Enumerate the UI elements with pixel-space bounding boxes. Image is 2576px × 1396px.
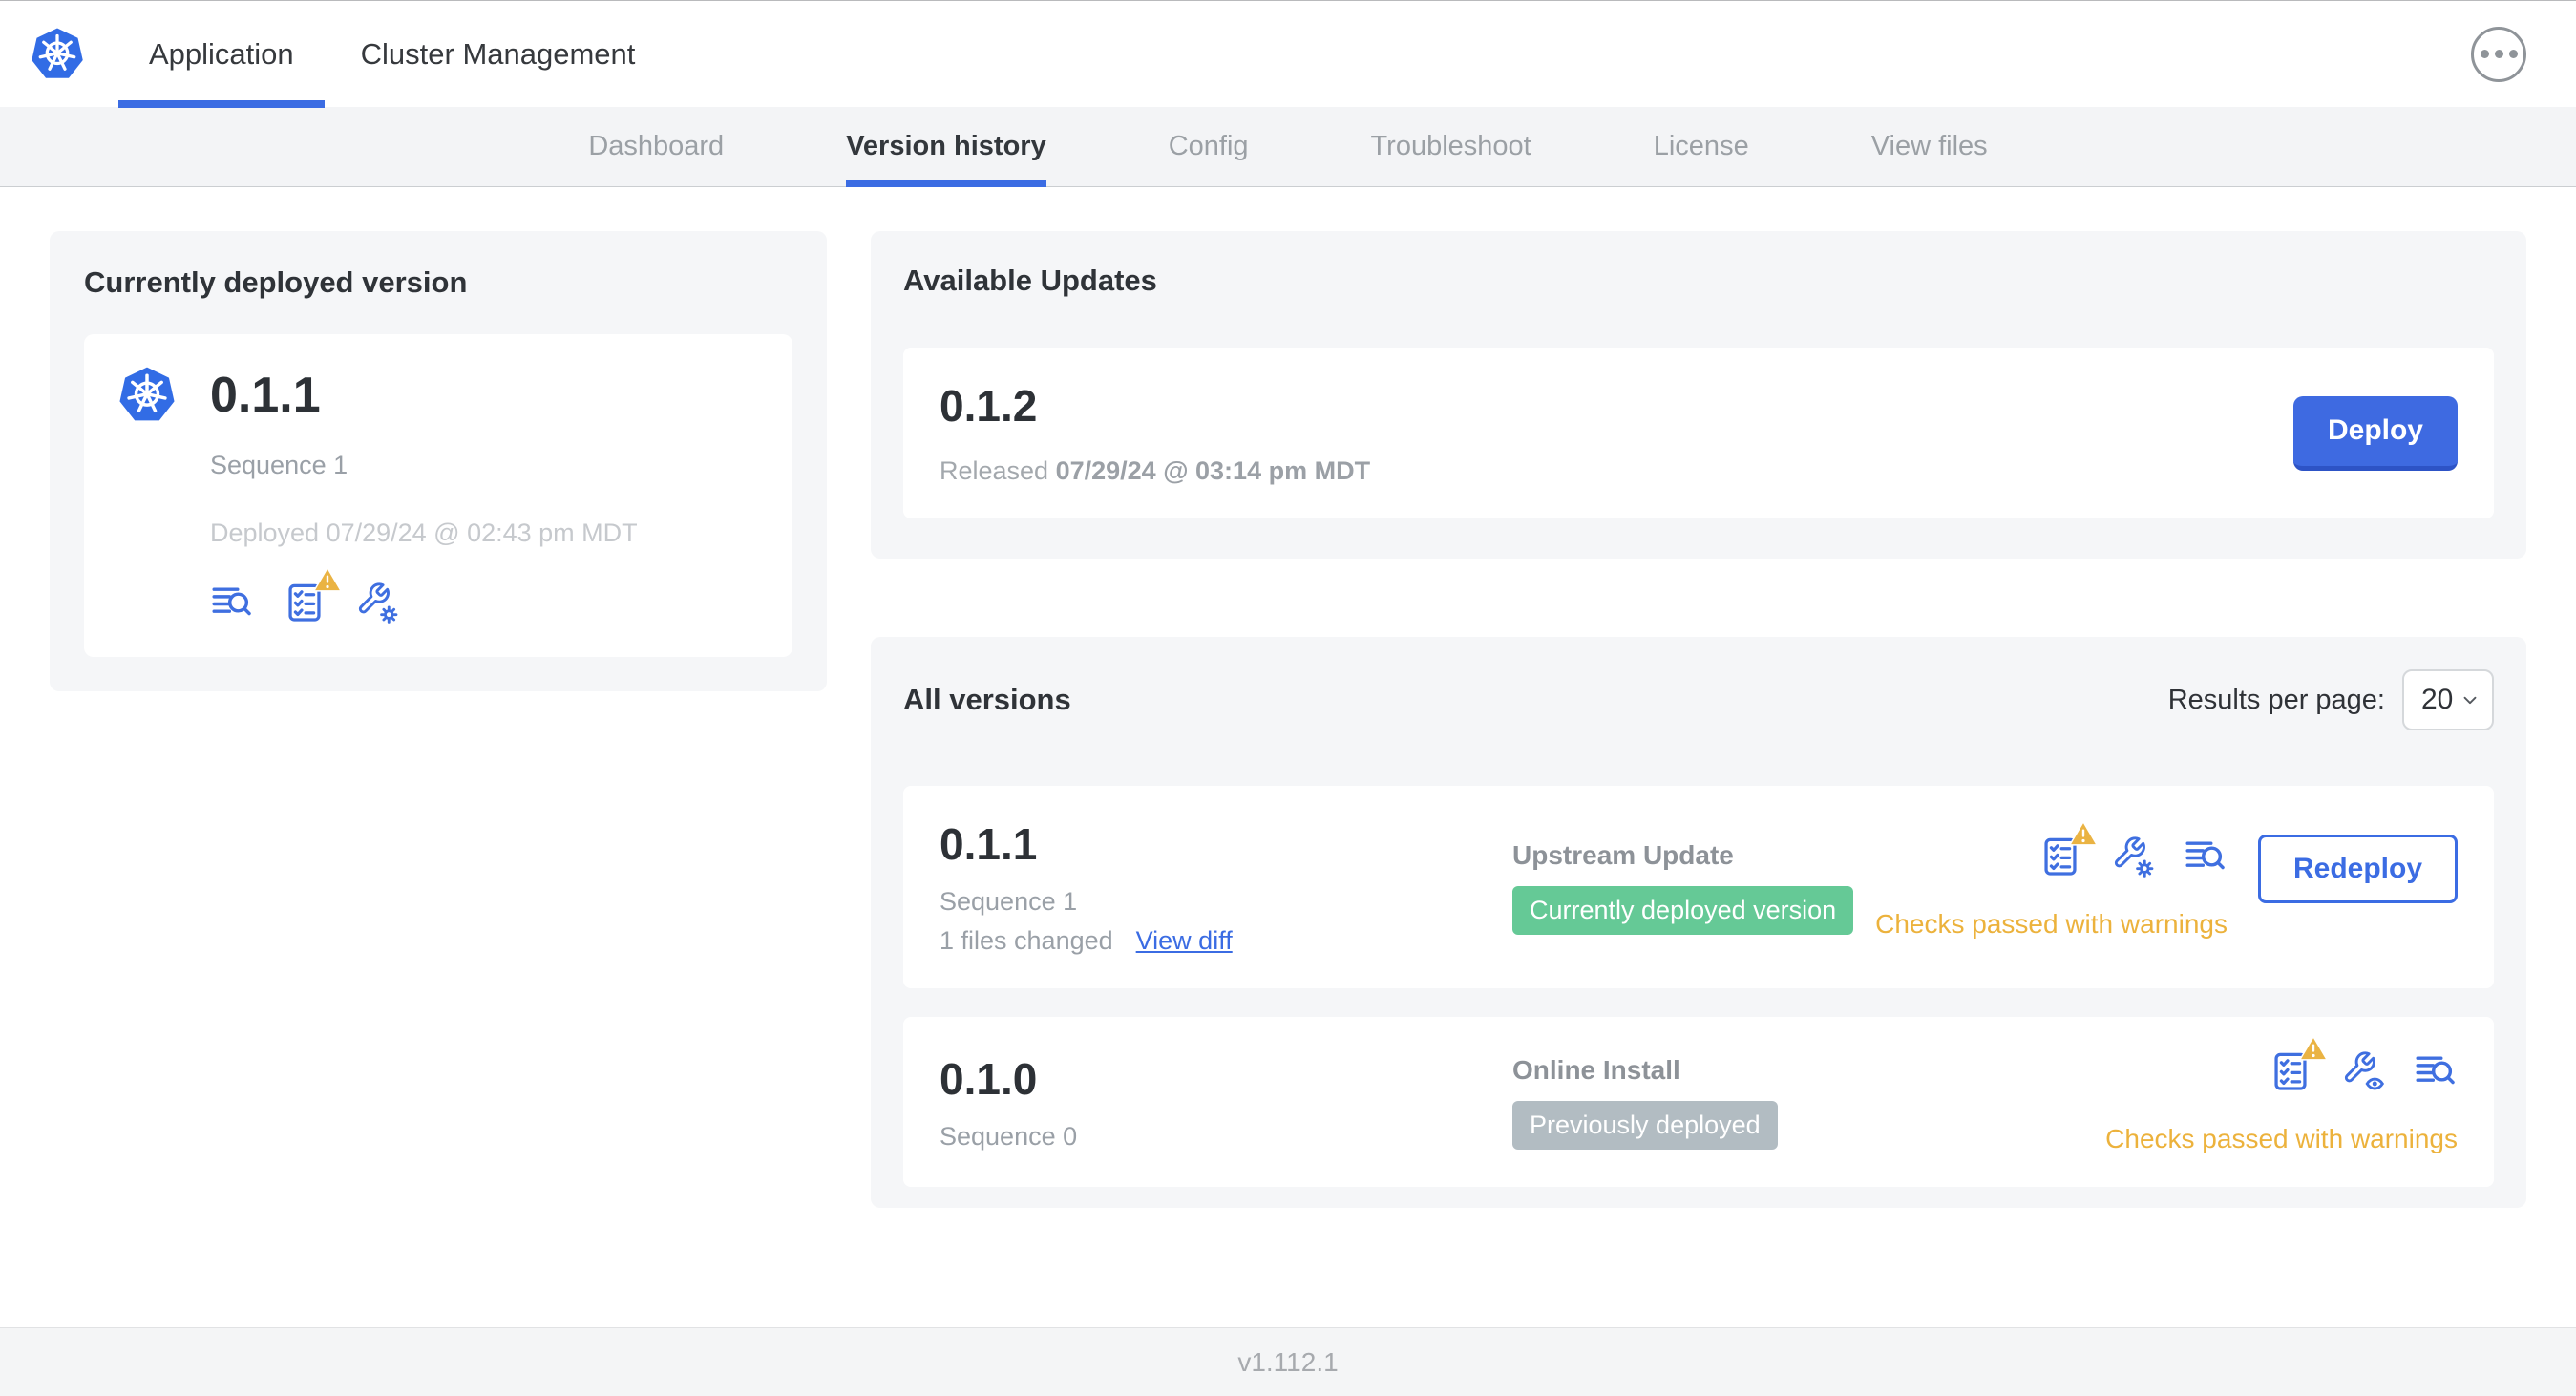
view-diff-link[interactable]: View diff [1136,926,1233,956]
kubernetes-logo-icon [29,26,86,83]
results-per-page-label: Results per page: [2167,684,2385,715]
sub-tab-dashboard[interactable]: Dashboard [588,107,724,186]
sub-tab-view-files[interactable]: View files [1871,107,1988,186]
sub-tab-license[interactable]: License [1654,107,1749,186]
released-date: 07/29/24 @ 03:14 pm MDT [1055,456,1371,485]
preflight-checks-icon[interactable] [283,581,327,624]
app-kubernetes-icon [116,365,178,426]
footer: v1.112.1 [0,1327,2576,1396]
warning-icon [2068,819,2099,848]
current-version-number: 0.1.1 [210,368,321,423]
top-tab-cluster-management[interactable]: Cluster Management [359,1,638,108]
logs-icon[interactable] [2184,835,2228,878]
edit-config-icon[interactable] [355,581,399,624]
row-source-label: Online Install [1512,1054,1680,1085]
all-versions-card: All versions Results per page: 20 0.1.1 … [871,637,2526,1208]
results-per-page-select[interactable]: 20 [2402,669,2494,730]
current-version-sequence: Sequence 1 [210,451,348,479]
top-tabs: Application Cluster Management [118,1,638,108]
available-updates-title: Available Updates [903,264,1157,297]
row-sequence: Sequence 0 [940,1121,1078,1151]
row-source-label: Upstream Update [1512,839,1734,870]
top-tab-application[interactable]: Application [118,1,325,108]
chevron-down-icon [2460,689,2481,710]
released-label: Released [940,456,1049,485]
currently-deployed-card: Currently deployed version 0.1.1 Sequenc… [50,231,827,691]
all-versions-title: All versions [903,683,1071,716]
ellipsis-icon [2494,50,2503,58]
row-version-number: 0.1.1 [940,819,1038,869]
preflight-status-text: Checks passed with warnings [1875,909,2228,939]
files-changed-label: 1 files changed [940,926,1113,955]
logs-icon[interactable] [2414,1049,2458,1093]
results-per-page-value: 20 [2421,684,2454,715]
currently-deployed-version-box: 0.1.1 Sequence 1 Deployed 07/29/24 @ 02:… [84,334,792,657]
update-released-timestamp: Released 07/29/24 @ 03:14 pm MDT [940,456,1370,486]
sub-tab-version-history[interactable]: Version history [846,107,1046,187]
previously-deployed-badge: Previously deployed [1512,1100,1778,1150]
main-content: Currently deployed version 0.1.1 Sequenc… [0,187,2576,1208]
top-nav: Application Cluster Management [0,0,2576,108]
currently-deployed-badge: Currently deployed version [1512,885,1854,935]
version-row-0-1-1: 0.1.1 Sequence 1 1 files changed View di… [903,786,2494,988]
ellipsis-icon [2480,50,2489,58]
deploy-button[interactable]: Deploy [2292,395,2458,471]
edit-config-icon[interactable] [2111,835,2155,878]
row-version-number: 0.1.0 [940,1053,1038,1104]
preflight-status-text: Checks passed with warnings [2105,1124,2458,1153]
warning-icon [2298,1034,2329,1063]
row-sequence: Sequence 1 [940,887,1078,916]
ellipsis-icon [2508,50,2518,58]
version-row-0-1-0: 0.1.0 Sequence 0 Online Install Previous… [903,1017,2494,1187]
preflight-checks-icon[interactable] [2038,835,2082,878]
available-update-row: 0.1.2 Released 07/29/24 @ 03:14 pm MDT D… [903,348,2494,518]
warning-icon [312,565,343,594]
currently-deployed-title: Currently deployed version [84,265,468,299]
view-config-icon[interactable] [2341,1049,2385,1093]
update-version-number: 0.1.2 [940,381,1038,431]
current-version-deployed-timestamp: Deployed 07/29/24 @ 02:43 pm MDT [210,518,638,547]
overflow-menu-button[interactable] [2471,26,2526,82]
sub-nav: Dashboard Version history Config Trouble… [0,107,2576,187]
redeploy-button[interactable]: Redeploy [2257,835,2458,903]
sub-tab-config[interactable]: Config [1169,107,1249,186]
available-updates-card: Available Updates 0.1.2 Released 07/29/2… [871,231,2526,559]
console-version: v1.112.1 [1237,1346,1339,1377]
preflight-checks-icon[interactable] [2269,1049,2312,1093]
logs-icon[interactable] [210,581,254,624]
sub-tab-troubleshoot[interactable]: Troubleshoot [1371,107,1531,186]
